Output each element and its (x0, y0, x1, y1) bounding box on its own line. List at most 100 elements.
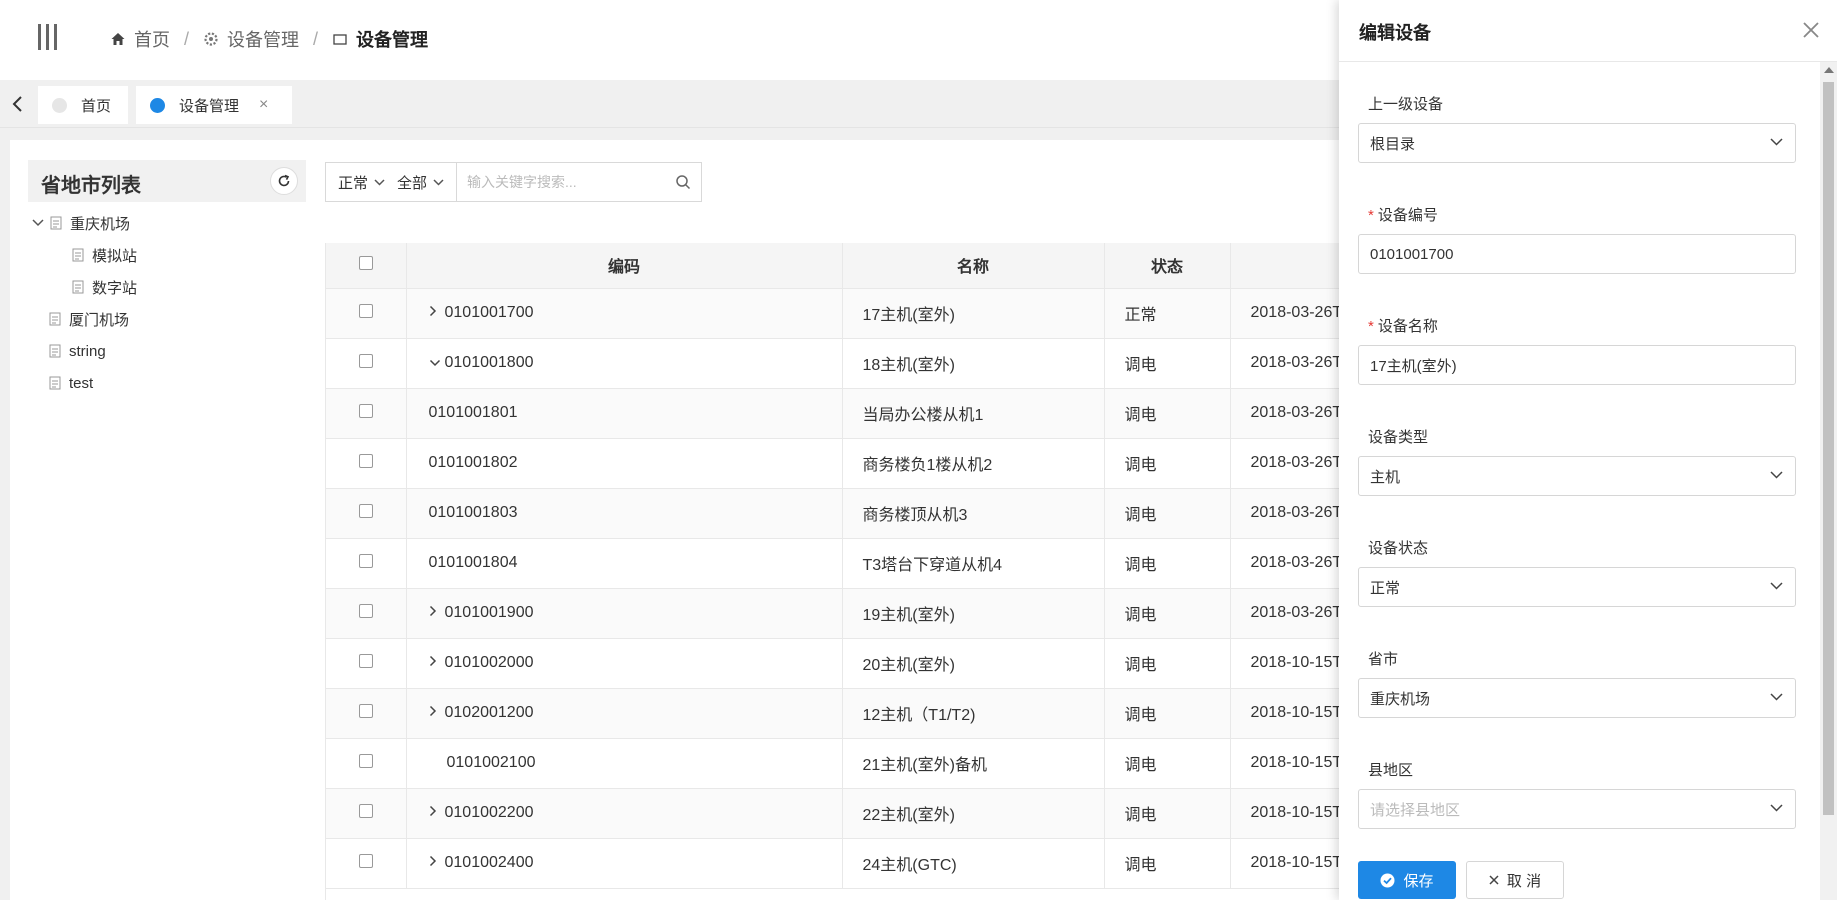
table-row[interactable]: 0101001802 商务楼负1楼从机2 调电 2018-03-26T (326, 438, 1339, 489)
chevron-right-icon[interactable] (429, 704, 441, 722)
device-status-select[interactable]: 正常 (1358, 567, 1796, 607)
search-icon[interactable] (665, 174, 701, 190)
chevron-down-icon (374, 178, 385, 186)
device-type-select[interactable]: 主机 (1358, 456, 1796, 496)
tab-device-management[interactable]: 设备管理 × (136, 86, 292, 124)
scrollbar-thumb[interactable] (1823, 82, 1834, 815)
device-status-label: 设备状态 (1368, 537, 1428, 558)
chevron-left-icon[interactable] (8, 93, 28, 115)
device-name-input[interactable] (1370, 356, 1795, 374)
status-filter-select[interactable]: 正常 (326, 163, 385, 201)
status-cell: 调电 (1104, 538, 1231, 589)
column-header-code[interactable]: 编码 (406, 243, 843, 289)
menu-toggle-icon[interactable] (38, 24, 58, 50)
county-select[interactable]: 请选择县地区 (1358, 789, 1796, 829)
table-row[interactable]: 0101001700 17主机(室外) 正常 2018-03-26T (326, 288, 1339, 339)
table-row[interactable]: 0101002000 20主机(室外) 调电 2018-10-15T (326, 638, 1339, 689)
close-icon[interactable] (1799, 18, 1823, 42)
cancel-button[interactable]: 取 消 (1466, 861, 1564, 899)
province-value: 重庆机场 (1370, 690, 1431, 708)
code-cell: 0101001801 (406, 388, 843, 439)
province-label: 省市 (1368, 648, 1398, 669)
breadcrumb-home[interactable]: 首页 (110, 26, 170, 52)
row-checkbox[interactable] (358, 853, 373, 868)
select-all-cell (326, 243, 407, 289)
document-icon (72, 280, 84, 294)
tree-node-label: string (69, 342, 106, 360)
table-row[interactable]: 0101001801 当局办公楼从机1 调电 2018-03-26T (326, 388, 1339, 439)
row-checkbox-cell (326, 338, 407, 389)
row-checkbox[interactable] (358, 453, 373, 468)
chevron-down-icon (1770, 138, 1783, 146)
device-name-field[interactable] (1358, 345, 1796, 385)
search-input[interactable] (457, 163, 665, 201)
row-checkbox[interactable] (358, 403, 373, 418)
row-checkbox[interactable] (358, 653, 373, 668)
tree-node-shuzi[interactable]: 数字站 (72, 276, 137, 298)
table-row[interactable]: 0101002100 21主机(室外)备机 调电 2018-10-15T (326, 738, 1339, 789)
table-row[interactable]: 0101001900 19主机(室外) 调电 2018-03-26T (326, 588, 1339, 639)
chevron-right-icon[interactable] (429, 604, 441, 622)
device-name-label: * 设备名称 (1368, 315, 1438, 336)
name-cell: T3塔台下穿道从机4 (842, 538, 1105, 589)
chevron-right-icon[interactable] (429, 854, 441, 872)
chevron-down-icon[interactable] (429, 354, 441, 372)
home-icon (111, 33, 125, 45)
save-button[interactable]: 保存 (1358, 861, 1456, 899)
column-header-status[interactable]: 状态 (1104, 243, 1231, 289)
table-row[interactable]: 0101002200 22主机(室外) 调电 2018-10-15T (326, 788, 1339, 839)
name-cell: 22主机(室外) (842, 788, 1105, 839)
table-row[interactable]: 0102001200 12主机（T1/T2) 调电 2018-10-15T (326, 688, 1339, 739)
row-checkbox[interactable] (358, 703, 373, 718)
scroll-up-icon[interactable] (1824, 67, 1834, 73)
tree-node-moni[interactable]: 模拟站 (72, 244, 137, 266)
close-icon[interactable]: × (259, 96, 268, 114)
row-checkbox[interactable] (358, 353, 373, 368)
device-code-input[interactable] (1370, 245, 1795, 263)
tree-node-label: test (69, 374, 94, 392)
scope-filter-select[interactable]: 全部 (385, 163, 444, 201)
chevron-right-icon[interactable] (429, 804, 441, 822)
province-label-text: 省市 (1368, 651, 1399, 668)
chevron-right-icon[interactable] (429, 304, 441, 322)
parent-device-label-text: 上一级设备 (1368, 96, 1444, 113)
breadcrumb-current-label: 设备管理 (356, 30, 429, 50)
gear-icon (204, 32, 218, 46)
chevron-right-icon[interactable] (429, 654, 441, 672)
table-row[interactable]: 0101002400 24主机(GTC) 调电 2018-10-15T (326, 838, 1339, 889)
drawer-scrollbar[interactable] (1820, 62, 1837, 900)
row-checkbox-cell (326, 288, 407, 339)
tab-home[interactable]: 首页 (38, 86, 128, 124)
name-cell: 12主机（T1/T2) (842, 688, 1105, 739)
breadcrumb-section[interactable]: 设备管理 (203, 26, 299, 52)
province-select[interactable]: 重庆机场 (1358, 678, 1796, 718)
parent-device-select[interactable]: 根目录 (1358, 123, 1796, 163)
tree-node-label: 重庆机场 (70, 215, 131, 233)
tree-node-chongqing[interactable]: 重庆机场 (32, 212, 130, 234)
row-checkbox[interactable] (358, 603, 373, 618)
table-row[interactable]: 0101001804 T3塔台下穿道从机4 调电 2018-03-26T (326, 538, 1339, 589)
tree-node-xiamen[interactable]: 厦门机场 (49, 308, 129, 330)
table-row[interactable]: 0101001800 18主机(室外) 调电 2018-03-26T (326, 338, 1339, 389)
document-icon (50, 216, 62, 230)
row-checkbox[interactable] (358, 753, 373, 768)
tree-node-string[interactable]: string (49, 340, 106, 362)
row-checkbox[interactable] (358, 553, 373, 568)
time-cell: 2018-10-15T (1230, 688, 1339, 739)
refresh-button[interactable] (270, 167, 298, 195)
code-cell: 0101001804 (406, 538, 843, 589)
parent-device-label: 上一级设备 (1368, 93, 1443, 114)
tree-node-test[interactable]: test (49, 372, 93, 394)
row-checkbox[interactable] (358, 803, 373, 818)
code-value: 0101001801 (428, 404, 518, 421)
chevron-down-icon[interactable] (32, 219, 44, 227)
device-table: 编码 名称 状态 0101001700 17主机(室外) 正常 2018-03-… (325, 243, 1339, 900)
device-code-field[interactable] (1358, 234, 1796, 274)
column-header-name[interactable]: 名称 (842, 243, 1105, 289)
select-all-checkbox[interactable] (358, 255, 373, 270)
row-checkbox[interactable] (358, 503, 373, 518)
row-checkbox[interactable] (358, 303, 373, 318)
tab-active-dot-icon (150, 97, 165, 113)
name-cell: 19主机(室外) (842, 588, 1105, 639)
table-row[interactable]: 0101001803 商务楼顶从机3 调电 2018-03-26T (326, 488, 1339, 539)
